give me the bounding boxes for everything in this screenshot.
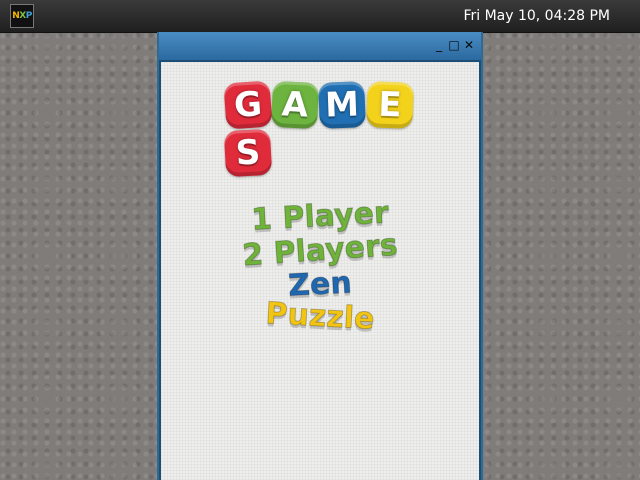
game-window: _ □ ✕ G A M E S 1 Player 2 Players Zen P… bbox=[157, 32, 483, 480]
clock[interactable]: Fri May 10, 04:28 PM bbox=[463, 0, 610, 32]
title-tile-e: E bbox=[366, 81, 414, 129]
nxp-logo-icon[interactable]: NXP bbox=[10, 4, 34, 28]
title-tile-g: G bbox=[223, 80, 273, 130]
window-titlebar[interactable]: _ □ ✕ bbox=[159, 32, 481, 60]
maximize-button[interactable]: □ bbox=[448, 38, 460, 52]
title-tile-m: M bbox=[318, 81, 366, 129]
title-tile-s: S bbox=[223, 128, 273, 178]
close-button[interactable]: ✕ bbox=[463, 38, 475, 52]
game-menu-screen: G A M E S 1 Player 2 Players Zen Puzzle bbox=[161, 62, 479, 480]
logo-letter-p: P bbox=[25, 11, 33, 21]
title-tile-a: A bbox=[270, 80, 320, 130]
puzzle-button[interactable]: Puzzle bbox=[160, 292, 479, 343]
minimize-button[interactable]: _ bbox=[433, 38, 445, 52]
top-panel: NXP Fri May 10, 04:28 PM bbox=[0, 0, 640, 33]
